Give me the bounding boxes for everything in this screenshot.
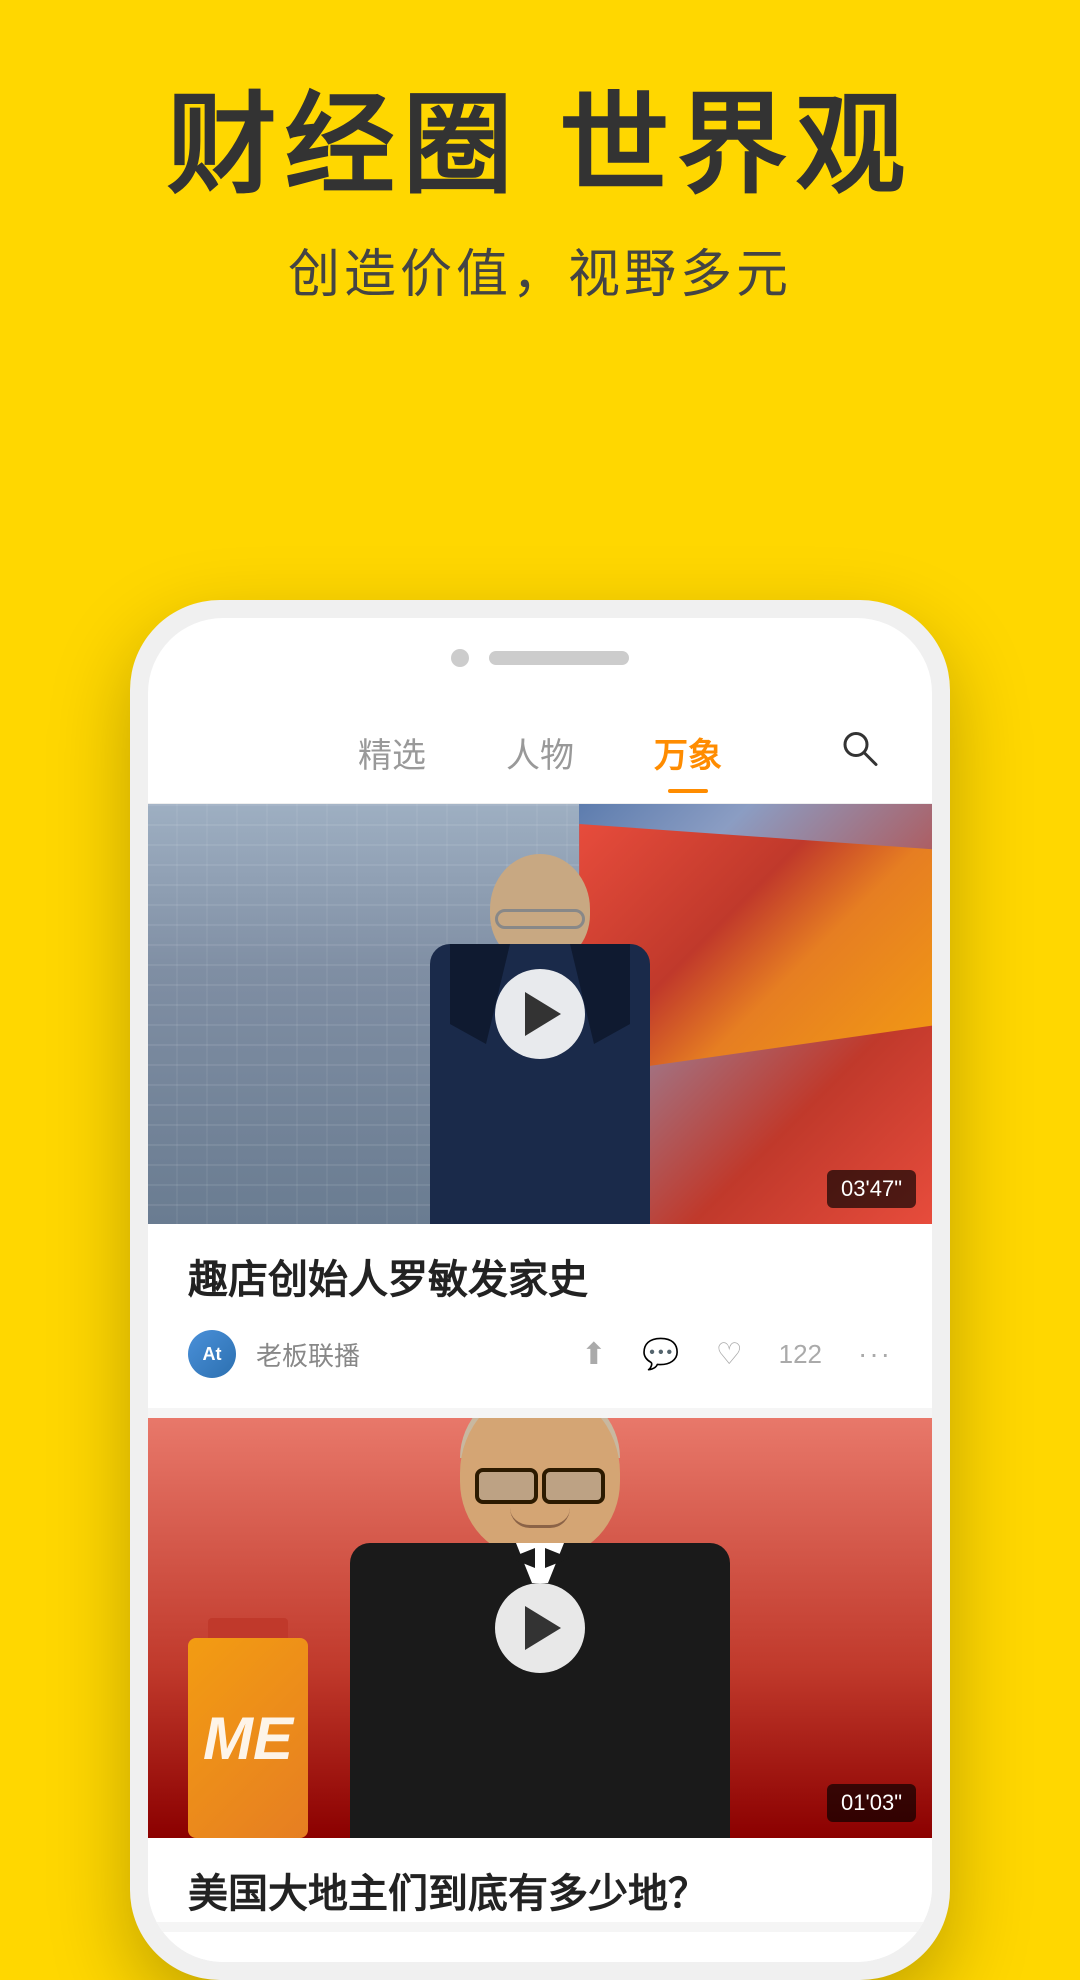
article-image-container-2[interactable]: ME (148, 1418, 932, 1838)
article-title-1: 趣店创始人罗敏发家史 (188, 1252, 892, 1308)
play-button-2[interactable] (495, 1583, 585, 1673)
like-icon-1[interactable]: ♡ (716, 1337, 743, 1372)
author-name-1: 老板联播 (256, 1336, 561, 1373)
meta-actions-1: ⬆ 💬 ♡ 122 ··· (581, 1337, 892, 1372)
article-info-1: 趣店创始人罗敏发家史 At 老板联播 ⬆ 💬 ♡ 12 (148, 1224, 932, 1378)
tab-jingxuan[interactable]: 精选 (358, 728, 426, 793)
img2-glasses (470, 1468, 610, 1498)
phone-inner: 精选 人物 万象 (148, 618, 932, 1962)
img2-head (460, 1418, 620, 1558)
tab-renwu[interactable]: 人物 (506, 728, 574, 793)
phone-container: 精选 人物 万象 (130, 600, 950, 1980)
article-title-2: 美国大地主们到底有多少地？ (148, 1838, 932, 1922)
duration-badge-1: 03'47" (827, 1170, 916, 1208)
search-icon (838, 726, 882, 770)
comment-icon-1[interactable]: 💬 (642, 1337, 679, 1372)
app-content: 精选 人物 万象 (148, 698, 932, 1962)
img2-smile (510, 1508, 570, 1528)
phone-outer: 精选 人物 万象 (130, 600, 950, 1980)
img2-bowtie (510, 1543, 570, 1573)
content-area[interactable]: 03'47" 趣店创始人罗敏发家史 At 老板联播 ⬆ (148, 804, 932, 1962)
article-card-2: ME (148, 1418, 932, 1932)
time-banner-top (208, 1618, 288, 1638)
search-icon-btn[interactable] (838, 726, 882, 775)
play-triangle-2 (525, 1606, 561, 1650)
author-avatar-1: At (188, 1330, 236, 1378)
tab-wanxiang[interactable]: 万象 (654, 728, 722, 793)
person-glasses (495, 909, 585, 929)
play-triangle-1 (525, 992, 561, 1036)
article-image-container-1[interactable]: 03'47" (148, 804, 932, 1224)
play-button-1[interactable] (495, 969, 585, 1059)
share-icon-1[interactable]: ⬆ (581, 1337, 606, 1372)
phone-camera (451, 649, 469, 667)
duration-badge-2: 01'03" (827, 1784, 916, 1822)
nav-tabs: 精选 人物 万象 (148, 698, 932, 804)
article-card-1: 03'47" 趣店创始人罗敏发家史 At 老板联播 ⬆ (148, 804, 932, 1418)
sub-title: 创造价值，视野多元 (0, 232, 1080, 307)
main-title: 财经圈 世界观 (0, 80, 1080, 212)
like-count-1: 122 (779, 1339, 822, 1370)
phone-top-elements (148, 618, 932, 698)
phone-speaker (489, 651, 629, 665)
article-meta-1: At 老板联播 ⬆ 💬 ♡ 122 ··· (188, 1330, 892, 1378)
more-icon-1[interactable]: ··· (858, 1338, 892, 1370)
header-area: 财经圈 世界观 创造价值，视野多元 (0, 0, 1080, 307)
